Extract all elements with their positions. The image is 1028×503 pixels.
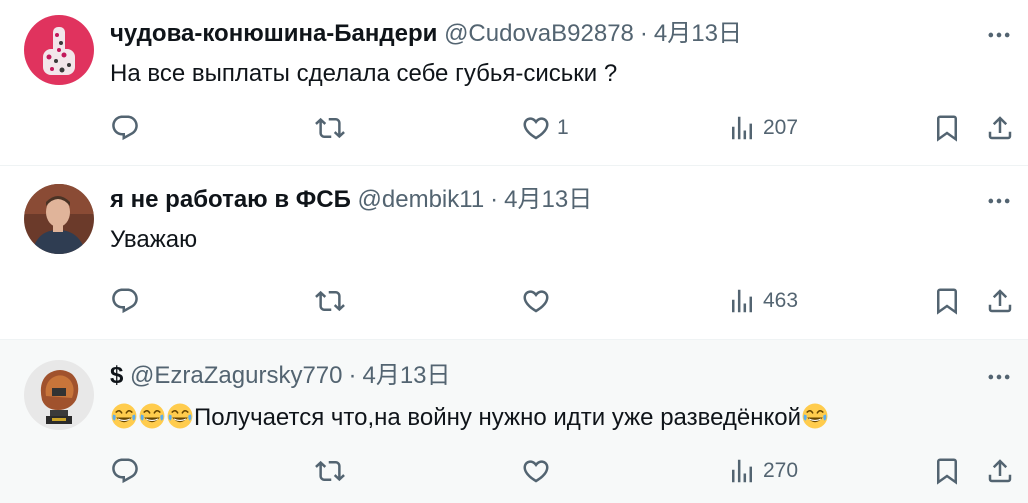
avatar[interactable] bbox=[24, 184, 94, 254]
rolling-laughing-emoji bbox=[138, 404, 166, 431]
view-count: 463 bbox=[763, 289, 799, 312]
views-button[interactable]: 207 bbox=[727, 110, 798, 146]
share-icon bbox=[985, 456, 1015, 486]
more-dots-icon bbox=[985, 363, 1013, 391]
tweet-header: чудова-конюшина-Бандери @CudovaB92878 · 4月… bbox=[110, 18, 742, 50]
avatar[interactable] bbox=[24, 15, 94, 85]
tweet[interactable]: чудова-конюшина-Бандери @CudovaB92878 · 4月… bbox=[0, 0, 1028, 166]
action-bar: 1 207 bbox=[0, 110, 1028, 146]
view-count: 270 bbox=[763, 459, 799, 482]
views-button[interactable]: 270 bbox=[727, 453, 798, 489]
display-name[interactable]: чудова-конюшина-Бандери bbox=[110, 20, 437, 47]
man-photo-avatar bbox=[24, 184, 94, 254]
share-icon bbox=[985, 286, 1015, 316]
tweet-text: Уважаю bbox=[110, 226, 198, 253]
reply-button[interactable] bbox=[110, 453, 140, 489]
retweet-button[interactable] bbox=[315, 110, 345, 146]
display-name[interactable]: я не работаю в ФСБ bbox=[110, 186, 351, 213]
rolling-laughing-emoji bbox=[166, 404, 194, 431]
heart-icon bbox=[521, 456, 551, 486]
reply-icon bbox=[110, 286, 140, 316]
bookmark-icon bbox=[932, 113, 962, 143]
retweet-icon bbox=[315, 456, 345, 486]
more-dots-icon bbox=[985, 21, 1013, 49]
user-handle[interactable]: @EzraZagursky770 bbox=[130, 362, 342, 389]
retweet-button[interactable] bbox=[315, 453, 345, 489]
rolling-laughing-emoji bbox=[110, 404, 138, 431]
user-handle[interactable]: @dembik11 bbox=[358, 186, 485, 213]
share-button[interactable] bbox=[985, 110, 1015, 146]
reply-icon bbox=[110, 456, 140, 486]
reply-button[interactable] bbox=[110, 110, 140, 146]
separator: · bbox=[639, 20, 648, 47]
bookmark-button[interactable] bbox=[932, 283, 962, 319]
heart-icon bbox=[521, 286, 551, 316]
tweet-text: На все выплаты сделала себе губья-сиськи… bbox=[110, 60, 618, 87]
timestamp[interactable]: 4月13日 bbox=[504, 186, 592, 213]
views-chart-icon bbox=[727, 456, 757, 486]
pink-floral-hand-avatar bbox=[24, 15, 94, 85]
user-handle[interactable]: @CudovaB92878 bbox=[444, 20, 634, 47]
views-chart-icon bbox=[727, 286, 757, 316]
separator: · bbox=[348, 362, 357, 389]
tweet-text: Получается что,на войну нужно идти уже р… bbox=[110, 402, 829, 434]
share-icon bbox=[985, 113, 1015, 143]
view-count: 207 bbox=[763, 116, 799, 139]
tweet[interactable]: $ @EzraZagursky770 · 4月13日 Получается что,… bbox=[0, 340, 1028, 503]
retweet-icon bbox=[315, 113, 345, 143]
tweet[interactable]: я не работаю в ФСБ @dembik11 · 4月13日 Уважа… bbox=[0, 166, 1028, 340]
bookmark-icon bbox=[932, 286, 962, 316]
heart-icon bbox=[521, 113, 551, 143]
more-options-button[interactable] bbox=[984, 20, 1014, 50]
more-dots-icon bbox=[985, 187, 1013, 215]
share-button[interactable] bbox=[985, 453, 1015, 489]
retweet-icon bbox=[315, 286, 345, 316]
bookmark-icon bbox=[932, 456, 962, 486]
tweet-header: $ @EzraZagursky770 · 4月13日 bbox=[110, 360, 451, 392]
more-options-button[interactable] bbox=[984, 362, 1014, 392]
tweet-header: я не работаю в ФСБ @dembik11 · 4月13日 bbox=[110, 184, 592, 216]
views-chart-icon bbox=[727, 113, 757, 143]
display-name[interactable]: $ bbox=[110, 362, 123, 389]
bookmark-button[interactable] bbox=[932, 110, 962, 146]
rolling-laughing-emoji bbox=[801, 404, 829, 431]
more-options-button[interactable] bbox=[984, 186, 1014, 216]
reply-button[interactable] bbox=[110, 283, 140, 319]
like-button[interactable] bbox=[521, 283, 551, 319]
like-count: 1 bbox=[557, 116, 569, 139]
separator: · bbox=[490, 186, 499, 213]
timestamp[interactable]: 4月13日 bbox=[654, 20, 742, 47]
bronze-trophy-avatar bbox=[24, 360, 94, 430]
avatar[interactable] bbox=[24, 360, 94, 430]
share-button[interactable] bbox=[985, 283, 1015, 319]
like-button[interactable] bbox=[521, 453, 551, 489]
action-bar: 463 bbox=[0, 283, 1028, 319]
reply-icon bbox=[110, 113, 140, 143]
timestamp[interactable]: 4月13日 bbox=[362, 362, 450, 389]
retweet-button[interactable] bbox=[315, 283, 345, 319]
action-bar: 270 bbox=[0, 453, 1028, 489]
views-button[interactable]: 463 bbox=[727, 283, 798, 319]
tweet-text-body: Получается что,на войну нужно идти уже р… bbox=[194, 404, 802, 431]
bookmark-button[interactable] bbox=[932, 453, 962, 489]
like-button[interactable]: 1 bbox=[521, 110, 569, 146]
